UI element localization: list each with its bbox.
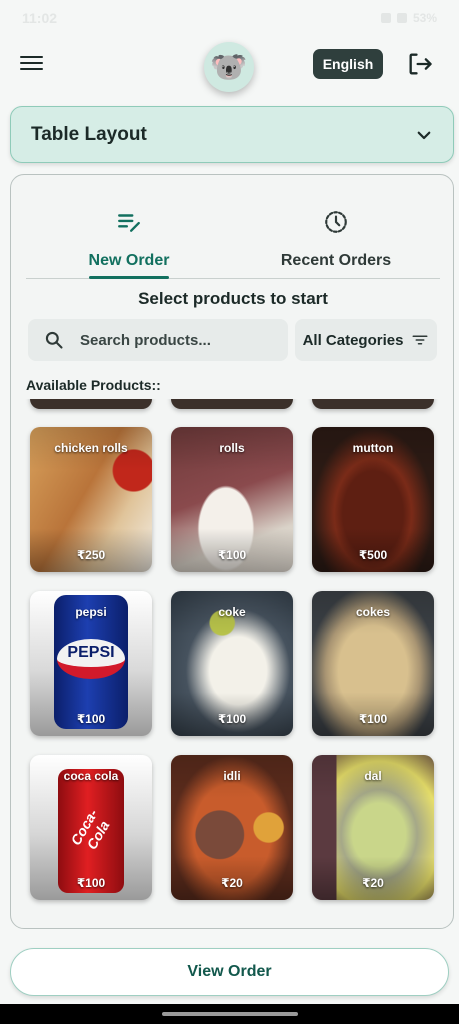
order-panel: New Order Recent Orders Select products … (10, 174, 454, 929)
tab-recent-orders-label: Recent Orders (280, 252, 392, 269)
product-card[interactable]: cokes ₹100 (312, 591, 434, 736)
select-products-heading: Select products to start (138, 289, 328, 308)
product-name: mutton (352, 441, 394, 455)
search-icon (45, 331, 63, 349)
chevron-down-icon (417, 131, 431, 139)
table-layout-title: Table Layout (31, 123, 147, 145)
product-card[interactable]: dal ₹20 (312, 755, 434, 900)
product-name: dal (364, 769, 382, 783)
koala-logo: 🐨 (204, 42, 254, 92)
search-input[interactable] (80, 331, 270, 349)
product-card[interactable]: mutton ₹500 (312, 427, 434, 572)
product-card-partial[interactable] (312, 399, 434, 409)
product-price: ₹500 (358, 548, 388, 562)
product-card[interactable]: rolls ₹100 (171, 427, 293, 572)
battery-level: 53% (412, 11, 437, 25)
product-price: ₹100 (217, 548, 247, 562)
active-tab-indicator (89, 276, 169, 279)
status-icons: 53% (380, 11, 437, 25)
tab-new-order-label: New Order (88, 252, 170, 269)
product-card[interactable]: PEPSI pepsi ₹100 (30, 591, 152, 736)
product-price: ₹250 (76, 548, 106, 562)
product-name: coca cola (63, 769, 119, 783)
product-name: cokes (355, 605, 391, 619)
view-order-button[interactable]: View Order (10, 948, 449, 996)
app-header: 🐨 English (0, 38, 459, 92)
filter-icon (412, 335, 428, 345)
status-bar: 11:02 53% (0, 0, 459, 30)
wifi-icon (380, 13, 391, 23)
product-price: ₹100 (217, 712, 247, 726)
system-nav-bar (0, 1004, 459, 1024)
product-price: ₹100 (76, 712, 106, 726)
product-grid: chicken rolls ₹250 rolls ₹100 mutton ₹50… (11, 399, 453, 928)
tab-new-order[interactable]: New Order (49, 203, 209, 279)
available-products-label: Available Products:: (26, 377, 161, 393)
home-indicator[interactable] (162, 1012, 298, 1016)
menu-icon[interactable] (20, 52, 48, 76)
order-tabs: New Order Recent Orders (26, 203, 440, 279)
category-filter-label: All Categories (302, 331, 404, 349)
product-price: ₹100 (76, 876, 106, 890)
history-icon (325, 211, 347, 233)
product-price: ₹100 (358, 712, 388, 726)
logout-icon[interactable] (406, 50, 434, 78)
category-filter-button[interactable]: All Categories (295, 319, 437, 361)
tab-recent-orders[interactable]: Recent Orders (256, 203, 416, 277)
signal-icon (396, 13, 407, 23)
table-layout-dropdown[interactable]: Table Layout (10, 106, 454, 163)
status-time: 11:02 (22, 10, 58, 26)
product-name: pepsi (75, 605, 107, 619)
search-field[interactable] (28, 319, 288, 361)
language-button[interactable]: English (313, 49, 383, 79)
product-card-partial[interactable] (30, 399, 152, 409)
product-card[interactable]: coke ₹100 (171, 591, 293, 736)
product-card[interactable]: Coca-Cola coca cola ₹100 (30, 755, 152, 900)
edit-list-icon (118, 214, 140, 232)
product-name: chicken rolls (54, 441, 128, 455)
product-card[interactable]: chicken rolls ₹250 (30, 427, 152, 572)
product-name: idli (223, 769, 241, 783)
product-card-partial[interactable] (171, 399, 293, 409)
product-price: ₹20 (362, 876, 384, 890)
product-card[interactable]: idli ₹20 (171, 755, 293, 900)
product-price: ₹20 (221, 876, 243, 890)
product-name: rolls (219, 441, 245, 455)
product-name: coke (218, 605, 246, 619)
